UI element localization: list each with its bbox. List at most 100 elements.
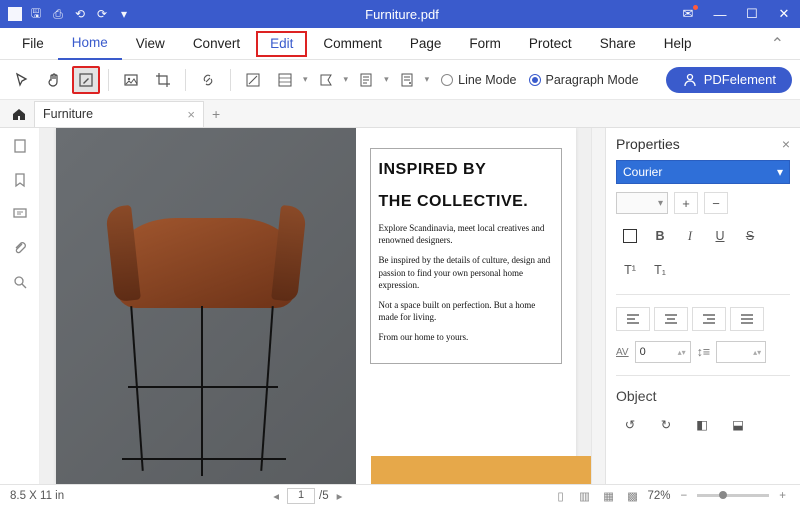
menu-help[interactable]: Help [650,28,706,60]
thumbnails-icon[interactable] [10,136,30,156]
menu-page[interactable]: Page [396,28,456,60]
minimize-button[interactable]: — [704,0,736,28]
comments-icon[interactable] [10,204,30,224]
close-button[interactable]: ✕ [768,0,800,28]
align-justify-button[interactable] [730,307,764,331]
continuous-view-icon[interactable]: ▥ [576,488,594,504]
attachments-icon[interactable] [10,238,30,258]
crop-icon[interactable] [149,66,177,94]
save-icon[interactable]: 🖫 [28,6,44,22]
document-tab[interactable]: Furniture × [34,101,204,127]
menu-home[interactable]: Home [58,28,122,60]
decrease-font-button[interactable]: − [704,192,728,214]
italic-button[interactable]: I [676,224,704,248]
single-page-view-icon[interactable]: ▯ [552,488,570,504]
maximize-button[interactable]: ☐ [736,0,768,28]
collapse-ribbon-icon[interactable]: ⌃ [763,34,792,54]
next-page-icon[interactable]: ▸ [333,489,347,503]
align-right-button[interactable] [692,307,726,331]
object-section-title: Object [616,388,790,404]
menu-share[interactable]: Share [586,28,650,60]
properties-panel: Properties × Courier▾ ▾ + − B I U S T¹ T… [605,128,800,484]
zoom-out-icon[interactable]: − [677,490,692,502]
tab-close-icon[interactable]: × [187,107,195,122]
align-center-button[interactable] [654,307,688,331]
menu-protect[interactable]: Protect [515,28,586,60]
properties-close-icon[interactable]: × [782,136,790,152]
link-icon[interactable] [194,66,222,94]
underline-button[interactable]: U [706,224,734,248]
document-canvas[interactable]: INSPIRED BY THE COLLECTIVE. Explore Scan… [40,128,591,484]
header-footer-icon[interactable] [312,66,340,94]
pdfelement-button[interactable]: PDFelement [666,67,792,93]
dropdown-icon[interactable]: ▾ [425,74,430,85]
bold-button[interactable]: B [646,224,674,248]
paragraph: Explore Scandinavia, meet local creative… [379,222,553,246]
add-tab-icon[interactable]: + [212,106,220,122]
app-logo-icon [8,7,22,21]
strikethrough-button[interactable]: S [736,224,764,248]
menu-file[interactable]: File [8,28,58,60]
line-spacing-icon: ↕≡ [697,345,711,359]
vertical-scrollbar[interactable] [591,128,605,484]
qat-dropdown-icon[interactable]: ▾ [116,6,132,22]
add-image-icon[interactable] [117,66,145,94]
letter-spacing-label: AV [616,347,629,358]
menu-form[interactable]: Form [455,28,515,60]
title-bar: 🖫 ⎙ ⟲ ⟳ ▾ Furniture.pdf ✉ — ☐ ✕ [0,0,800,28]
bates-icon[interactable] [352,66,380,94]
dropdown-icon[interactable]: ▾ [303,74,308,85]
redo-icon[interactable]: ⟳ [94,6,110,22]
flip-horizontal-icon[interactable]: ◧ [688,412,716,436]
mail-icon[interactable]: ✉ [672,0,704,28]
edit-toolbar: ▾ ▾ ▾ ▾ Line Mode Paragraph Mode PDFelem… [0,60,800,100]
search-icon[interactable] [10,272,30,292]
watermark-icon[interactable] [239,66,267,94]
rotate-right-icon[interactable]: ↻ [652,412,680,436]
main-area: INSPIRED BY THE COLLECTIVE. Explore Scan… [0,128,800,484]
dropdown-icon[interactable]: ▾ [344,74,349,85]
line-spacing-input[interactable]: ▴▾ [716,341,766,363]
two-page-view-icon[interactable]: ▦ [600,488,618,504]
menu-convert[interactable]: Convert [179,28,254,60]
background-icon[interactable] [271,66,299,94]
rotate-left-icon[interactable]: ↺ [616,412,644,436]
home-tab-icon[interactable] [8,103,30,125]
letter-spacing-input[interactable]: 0▴▾ [635,341,691,363]
hand-tool-icon[interactable] [40,66,68,94]
zoom-in-icon[interactable]: + [775,490,790,502]
text-frame[interactable]: INSPIRED BY THE COLLECTIVE. Explore Scan… [370,148,562,364]
font-color-button[interactable] [616,224,644,248]
left-rail [0,128,40,484]
select-tool-icon[interactable] [8,66,36,94]
menu-bar: File Home View Convert Edit Comment Page… [0,28,800,60]
chair-image [56,128,356,484]
increase-font-button[interactable]: + [674,192,698,214]
page-dimensions: 8.5 X 11 in [10,490,64,502]
prev-page-icon[interactable]: ◂ [269,489,283,503]
menu-edit[interactable]: Edit [256,31,307,57]
menu-comment[interactable]: Comment [309,28,396,60]
font-family-select[interactable]: Courier▾ [616,160,790,184]
properties-title: Properties [616,136,680,152]
line-mode-radio[interactable]: Line Mode [441,73,516,87]
status-bar: 8.5 X 11 in ◂ 1 /5 ▸ ▯ ▥ ▦ ▩ 72% − + [0,484,800,506]
menu-view[interactable]: View [122,28,179,60]
tab-label: Furniture [43,107,93,121]
zoom-value: 72% [648,490,671,502]
zoom-slider[interactable] [697,494,769,497]
align-left-button[interactable] [616,307,650,331]
undo-icon[interactable]: ⟲ [72,6,88,22]
more-icon[interactable] [393,66,421,94]
superscript-button[interactable]: T¹ [616,258,644,282]
thumbnail-view-icon[interactable]: ▩ [624,488,642,504]
print-icon[interactable]: ⎙ [50,6,66,22]
page-number-input[interactable]: 1 [287,488,315,504]
flip-vertical-icon[interactable]: ⬓ [724,412,752,436]
paragraph-mode-radio[interactable]: Paragraph Mode [529,73,639,87]
bookmarks-icon[interactable] [10,170,30,190]
edit-text-tool-icon[interactable] [72,66,100,94]
subscript-button[interactable]: T₁ [646,258,674,282]
font-size-select[interactable]: ▾ [616,192,668,214]
dropdown-icon[interactable]: ▾ [384,74,389,85]
